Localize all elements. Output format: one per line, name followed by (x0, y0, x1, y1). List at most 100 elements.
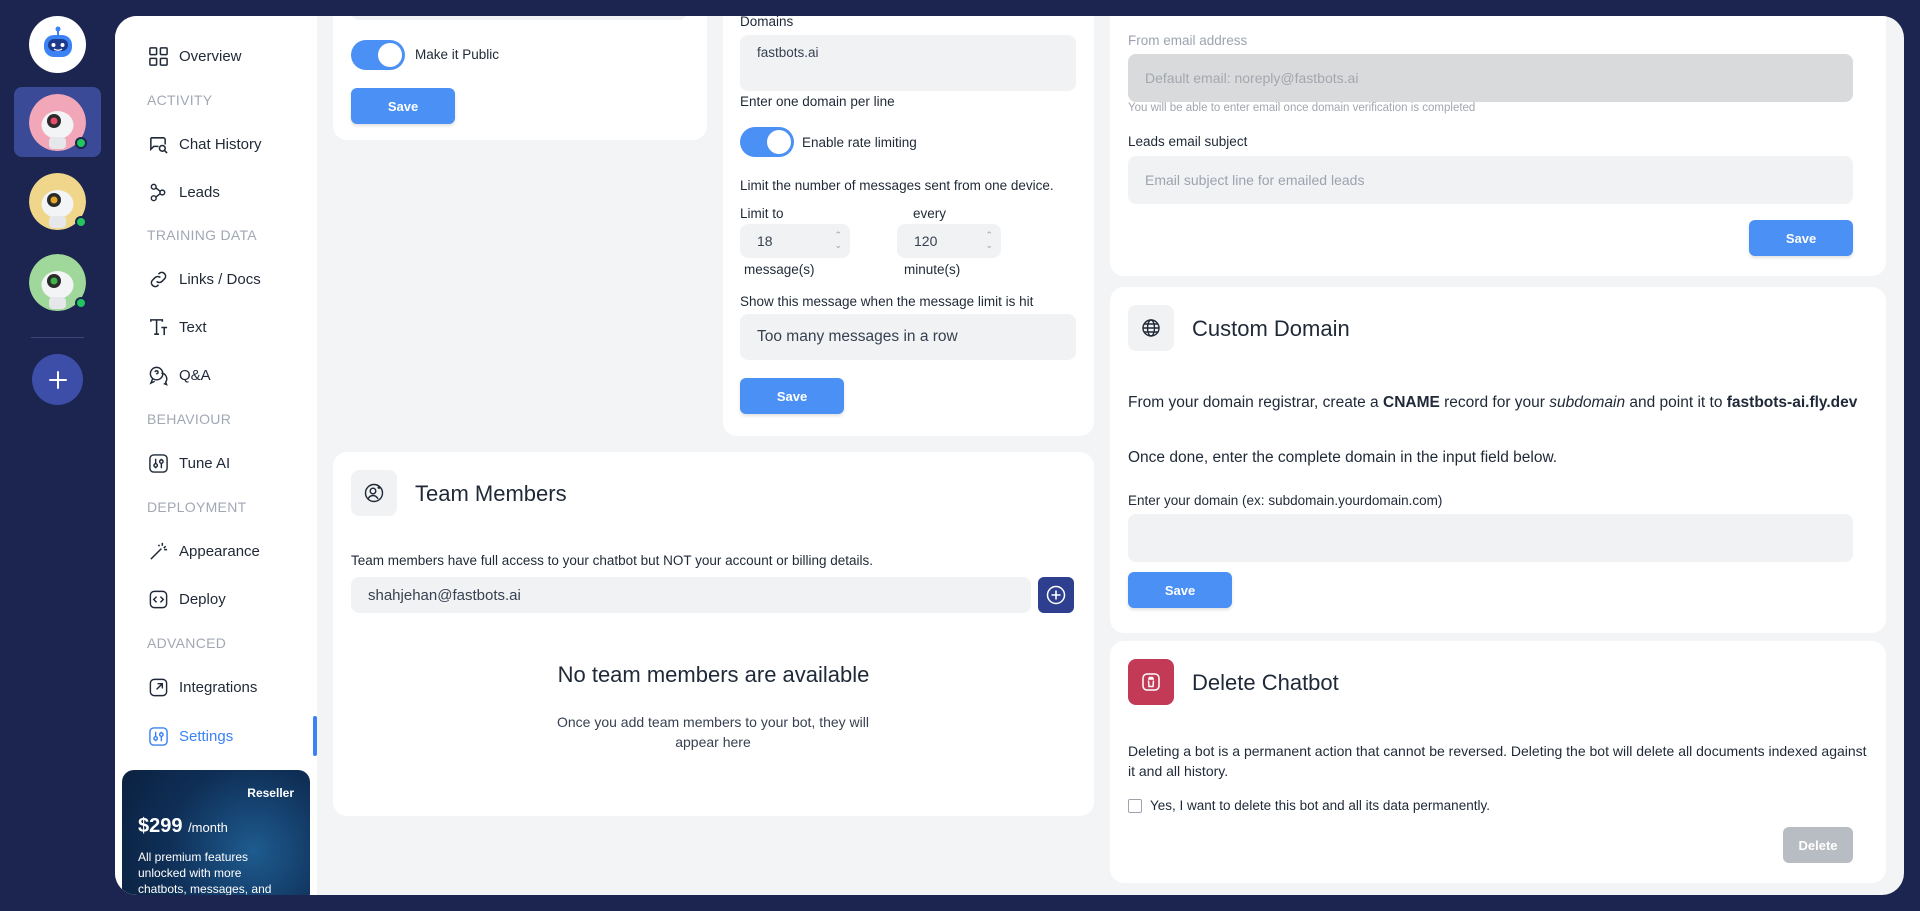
sidebar-item-appearance[interactable]: Appearance (147, 538, 260, 564)
reseller-promo-card[interactable]: Reseller $299 /month All premium feature… (122, 770, 310, 895)
trash-icon (1142, 673, 1160, 691)
globe-icon (1142, 319, 1160, 337)
team-members-title: Team Members (415, 481, 567, 506)
sidebar-item-label: Links / Docs (179, 270, 261, 288)
settings-sliders-icon (147, 725, 169, 747)
grid-icon (147, 45, 169, 67)
team-members-card: Team Members Team members have full acce… (333, 452, 1094, 816)
reseller-tag: Reseller (247, 786, 294, 800)
sidebar-item-qa[interactable]: Q&A (147, 362, 211, 388)
custom-domain-input[interactable] (1128, 514, 1853, 562)
delete-chatbot-title: Delete Chatbot (1192, 670, 1339, 695)
delete-confirm-label: Yes, I want to delete this bot and all i… (1150, 798, 1490, 813)
email-subject-label: Leads email subject (1128, 134, 1248, 149)
security-card: Domains fastbots.ai Enter one domain per… (723, 16, 1094, 436)
link-icon (147, 268, 169, 290)
team-members-description: Team members have full access to your ch… (351, 553, 873, 568)
bot-avatar-2[interactable] (29, 173, 87, 230)
add-bot-button[interactable] (32, 354, 83, 405)
sidebar-item-label: Leads (179, 183, 220, 201)
limit-to-label: Limit to (740, 206, 784, 221)
limit-message-label: Show this message when the message limit… (740, 294, 1034, 309)
delete-confirm-checkbox[interactable] (1128, 798, 1142, 813)
chat-search-icon (147, 133, 169, 155)
sidebar-item-overview[interactable]: Overview (147, 43, 242, 69)
sidebar-item-leads[interactable]: Leads (147, 179, 220, 205)
email-subject-input[interactable]: Email subject line for emailed leads (1128, 156, 1853, 204)
sidebar-section-deployment: DEPLOYMENT (147, 499, 247, 515)
custom-domain-save-button[interactable]: Save (1128, 572, 1232, 608)
public-save-button[interactable]: Save (351, 88, 455, 124)
active-indicator (313, 716, 317, 756)
robot-logo-icon (43, 26, 72, 57)
bot-rail (0, 0, 115, 911)
online-status-dot (75, 297, 87, 309)
every-label: every (913, 206, 947, 221)
online-status-dot (75, 216, 87, 228)
sidebar-item-label: Text (179, 318, 207, 336)
email-save-button[interactable]: Save (1749, 220, 1853, 256)
sidebar-section-advanced: ADVANCED (147, 635, 227, 651)
reseller-description: All premium features unlocked with more … (138, 850, 272, 895)
sidebar-item-settings[interactable]: Settings (147, 723, 233, 749)
sidebar-item-text[interactable]: Text (147, 314, 207, 340)
text-icon (147, 316, 169, 338)
sidebar-section-behaviour: BEHAVIOUR (147, 411, 232, 427)
code-file-icon (147, 588, 169, 610)
custom-domain-instructions-2: Once done, enter the complete domain in … (1128, 449, 1558, 466)
user-add-icon (364, 483, 384, 503)
from-email-placeholder: Default email: noreply@fastbots.ai (1145, 70, 1359, 86)
delete-confirm-row[interactable]: Yes, I want to delete this bot and all i… (1128, 798, 1490, 813)
settings-sidebar: Overview ACTIVITY Chat History Leads TRA… (115, 16, 317, 895)
custom-domain-title: Custom Domain (1192, 316, 1350, 341)
sidebar-item-deploy[interactable]: Deploy (147, 586, 226, 612)
no-team-members-description: Once you add team members to your bot, t… (556, 714, 870, 750)
trash-icon-box (1128, 659, 1174, 705)
rate-limit-label: Enable rate limiting (802, 135, 917, 150)
security-save-button[interactable]: Save (740, 378, 844, 414)
rate-limit-description: Limit the number of messages sent from o… (740, 178, 1054, 193)
scrolled-input[interactable] (351, 16, 687, 20)
app-logo[interactable] (29, 16, 86, 73)
sidebar-item-label: Deploy (179, 590, 226, 608)
qa-chat-icon (147, 364, 169, 386)
sidebar-section-activity: ACTIVITY (147, 92, 213, 108)
reseller-price: $299 /month (138, 815, 228, 837)
team-email-input[interactable]: shahjehan@fastbots.ai (351, 577, 1031, 613)
limit-number-input[interactable]: 18 ⌃ ⌄ (740, 224, 850, 258)
sidebar-item-label: Q&A (179, 366, 211, 384)
rail-divider (31, 337, 84, 338)
sidebar-item-links-docs[interactable]: Links / Docs (147, 266, 261, 292)
make-public-toggle[interactable] (351, 40, 405, 70)
domains-value: fastbots.ai (757, 45, 819, 60)
bot-avatar-3[interactable] (29, 254, 87, 311)
email-card: From email address Default email: norepl… (1110, 16, 1886, 276)
sidebar-item-integrations[interactable]: Integrations (147, 674, 257, 700)
every-number-input[interactable]: 120 ⌃ ⌄ (897, 224, 1001, 258)
delete-chatbot-description: Deleting a bot is a permanent action tha… (1128, 743, 1867, 779)
sidebar-item-chat-history[interactable]: Chat History (147, 131, 262, 157)
add-team-member-button[interactable] (1038, 577, 1074, 613)
domains-label: Domains (740, 16, 794, 29)
globe-icon-box (1128, 305, 1174, 351)
from-email-hint: You will be able to enter email once dom… (1128, 102, 1476, 114)
domains-hint: Enter one domain per line (740, 94, 895, 109)
make-public-label: Make it Public (415, 47, 500, 62)
users-network-icon (147, 181, 169, 203)
every-number-value: 120 (914, 233, 938, 249)
limit-message-input[interactable]: Too many messages in a row (740, 314, 1076, 360)
sidebar-item-tune-ai[interactable]: Tune AI (147, 450, 230, 476)
number-spinner-icon[interactable]: ⌃ ⌄ (834, 230, 842, 250)
external-link-icon (147, 676, 169, 698)
number-spinner-icon[interactable]: ⌃ ⌄ (985, 230, 993, 250)
domains-textarea[interactable]: fastbots.ai (740, 35, 1076, 91)
from-email-input: Default email: noreply@fastbots.ai (1128, 54, 1853, 102)
sidebar-item-label: Integrations (179, 678, 258, 696)
delete-chatbot-card: Delete Chatbot Deleting a bot is a perma… (1110, 641, 1886, 883)
sidebar-item-label: Settings (179, 727, 234, 745)
email-subject-placeholder: Email subject line for emailed leads (1145, 172, 1365, 188)
delete-button[interactable]: Delete (1783, 827, 1853, 863)
bot-avatar-1[interactable] (29, 94, 87, 151)
messages-unit-label: message(s) (744, 262, 815, 277)
rate-limit-toggle[interactable] (740, 127, 794, 157)
